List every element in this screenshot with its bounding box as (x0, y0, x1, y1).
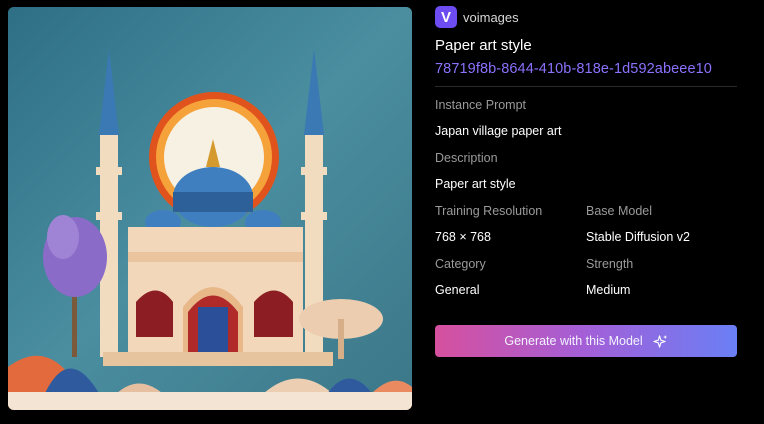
strength-label: Strength (586, 257, 634, 271)
base-model-label: Base Model (586, 204, 653, 218)
instance-prompt-label: Instance Prompt (435, 98, 527, 112)
sparkle-icon (653, 334, 667, 348)
training-resolution-label: Training Resolution (435, 204, 543, 218)
description-label: Description (435, 151, 498, 165)
mosque-artwork (8, 7, 412, 410)
generate-button[interactable]: Generate with this Model (435, 325, 737, 357)
brand-name[interactable]: voimages (463, 10, 519, 25)
training-resolution-value: 768 × 768 (435, 230, 491, 244)
strength-value: Medium (586, 283, 631, 297)
category-value: General (435, 283, 480, 297)
preview-image (8, 7, 412, 410)
description-value: Paper art style (435, 177, 516, 191)
instance-prompt-value: Japan village paper art (435, 124, 562, 138)
model-id[interactable]: 78719f8b-8644-410b-818e-1d592abeee10 (435, 61, 737, 77)
generate-button-label: Generate with this Model (504, 334, 643, 348)
model-info-panel: V voimages Paper art style 78719f8b-8644… (435, 6, 737, 357)
model-title: Paper art style (435, 37, 532, 54)
divider (435, 86, 737, 87)
brand: V voimages (435, 6, 737, 28)
base-model-value: Stable Diffusion v2 (586, 230, 690, 244)
category-label: Category (435, 257, 486, 271)
brand-logo-icon: V (435, 6, 457, 28)
